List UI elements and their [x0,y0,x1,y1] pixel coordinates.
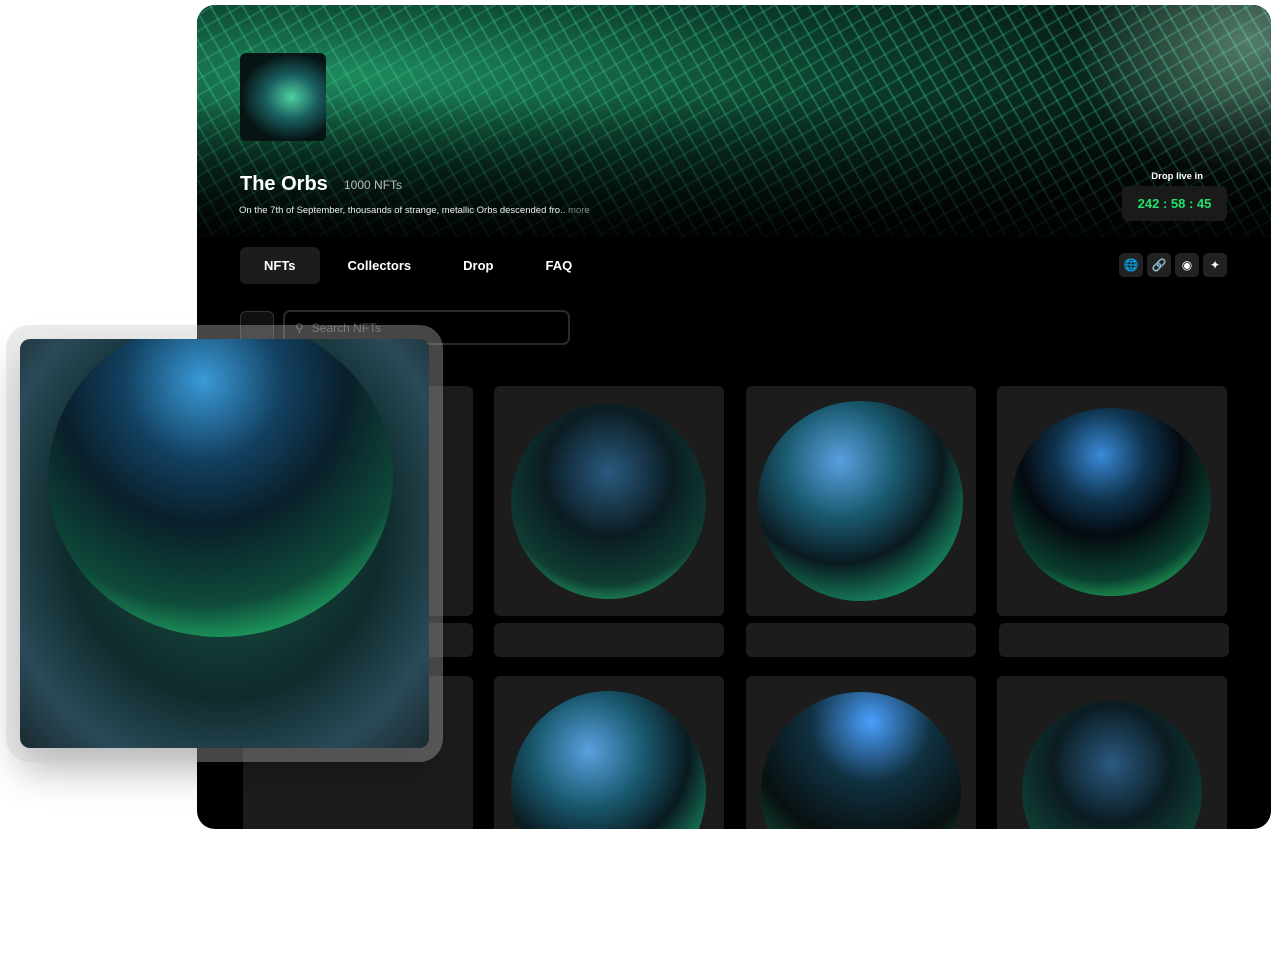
tab-faq[interactable]: FAQ [521,247,596,284]
tab-bar: NFTs Collectors Drop FAQ [240,247,596,284]
drop-timer: 242 : 58 : 45 [1122,186,1227,221]
nft-image [511,691,706,829]
collection-title: The Orbs [240,173,328,195]
nft-card[interactable] [746,676,976,829]
tab-collectors[interactable]: Collectors [324,247,436,284]
collection-banner [197,5,1271,237]
nft-info [746,623,976,657]
twitter-icon[interactable]: ✦ [1203,253,1227,277]
nft-image [1011,408,1211,596]
globe-icon[interactable]: 🌐 [1119,253,1143,277]
nft-info [999,623,1229,657]
search-icon: ⚲ [295,320,304,335]
social-links: 🌐 🔗 ◉ ✦ [1119,253,1227,277]
nft-info [494,623,724,657]
nft-card[interactable] [494,386,724,616]
description-text: On the 7th of September, thousands of st… [239,205,566,216]
drop-label: Drop live in [1151,171,1203,182]
search-placeholder: Search NFTs [311,320,382,335]
nft-image [511,404,706,599]
nft-image [761,692,961,829]
tab-drop[interactable]: Drop [439,247,517,284]
nft-count: 1000 NFTs [344,178,403,192]
tab-nfts[interactable]: NFTs [240,247,320,284]
nft-card[interactable] [997,386,1227,616]
collection-description: On the 7th of September, thousands of st… [239,205,590,216]
featured-nft-image [48,339,393,637]
more-link[interactable]: more [568,205,590,216]
nft-image [758,401,963,601]
nft-card[interactable] [494,676,724,829]
featured-nft-preview[interactable] [20,339,429,748]
nft-card[interactable] [997,676,1227,829]
nft-image [1022,701,1202,829]
nft-card[interactable] [746,386,976,616]
collection-avatar [240,53,326,141]
discord-icon[interactable]: ◉ [1175,253,1199,277]
link-icon[interactable]: 🔗 [1147,253,1171,277]
